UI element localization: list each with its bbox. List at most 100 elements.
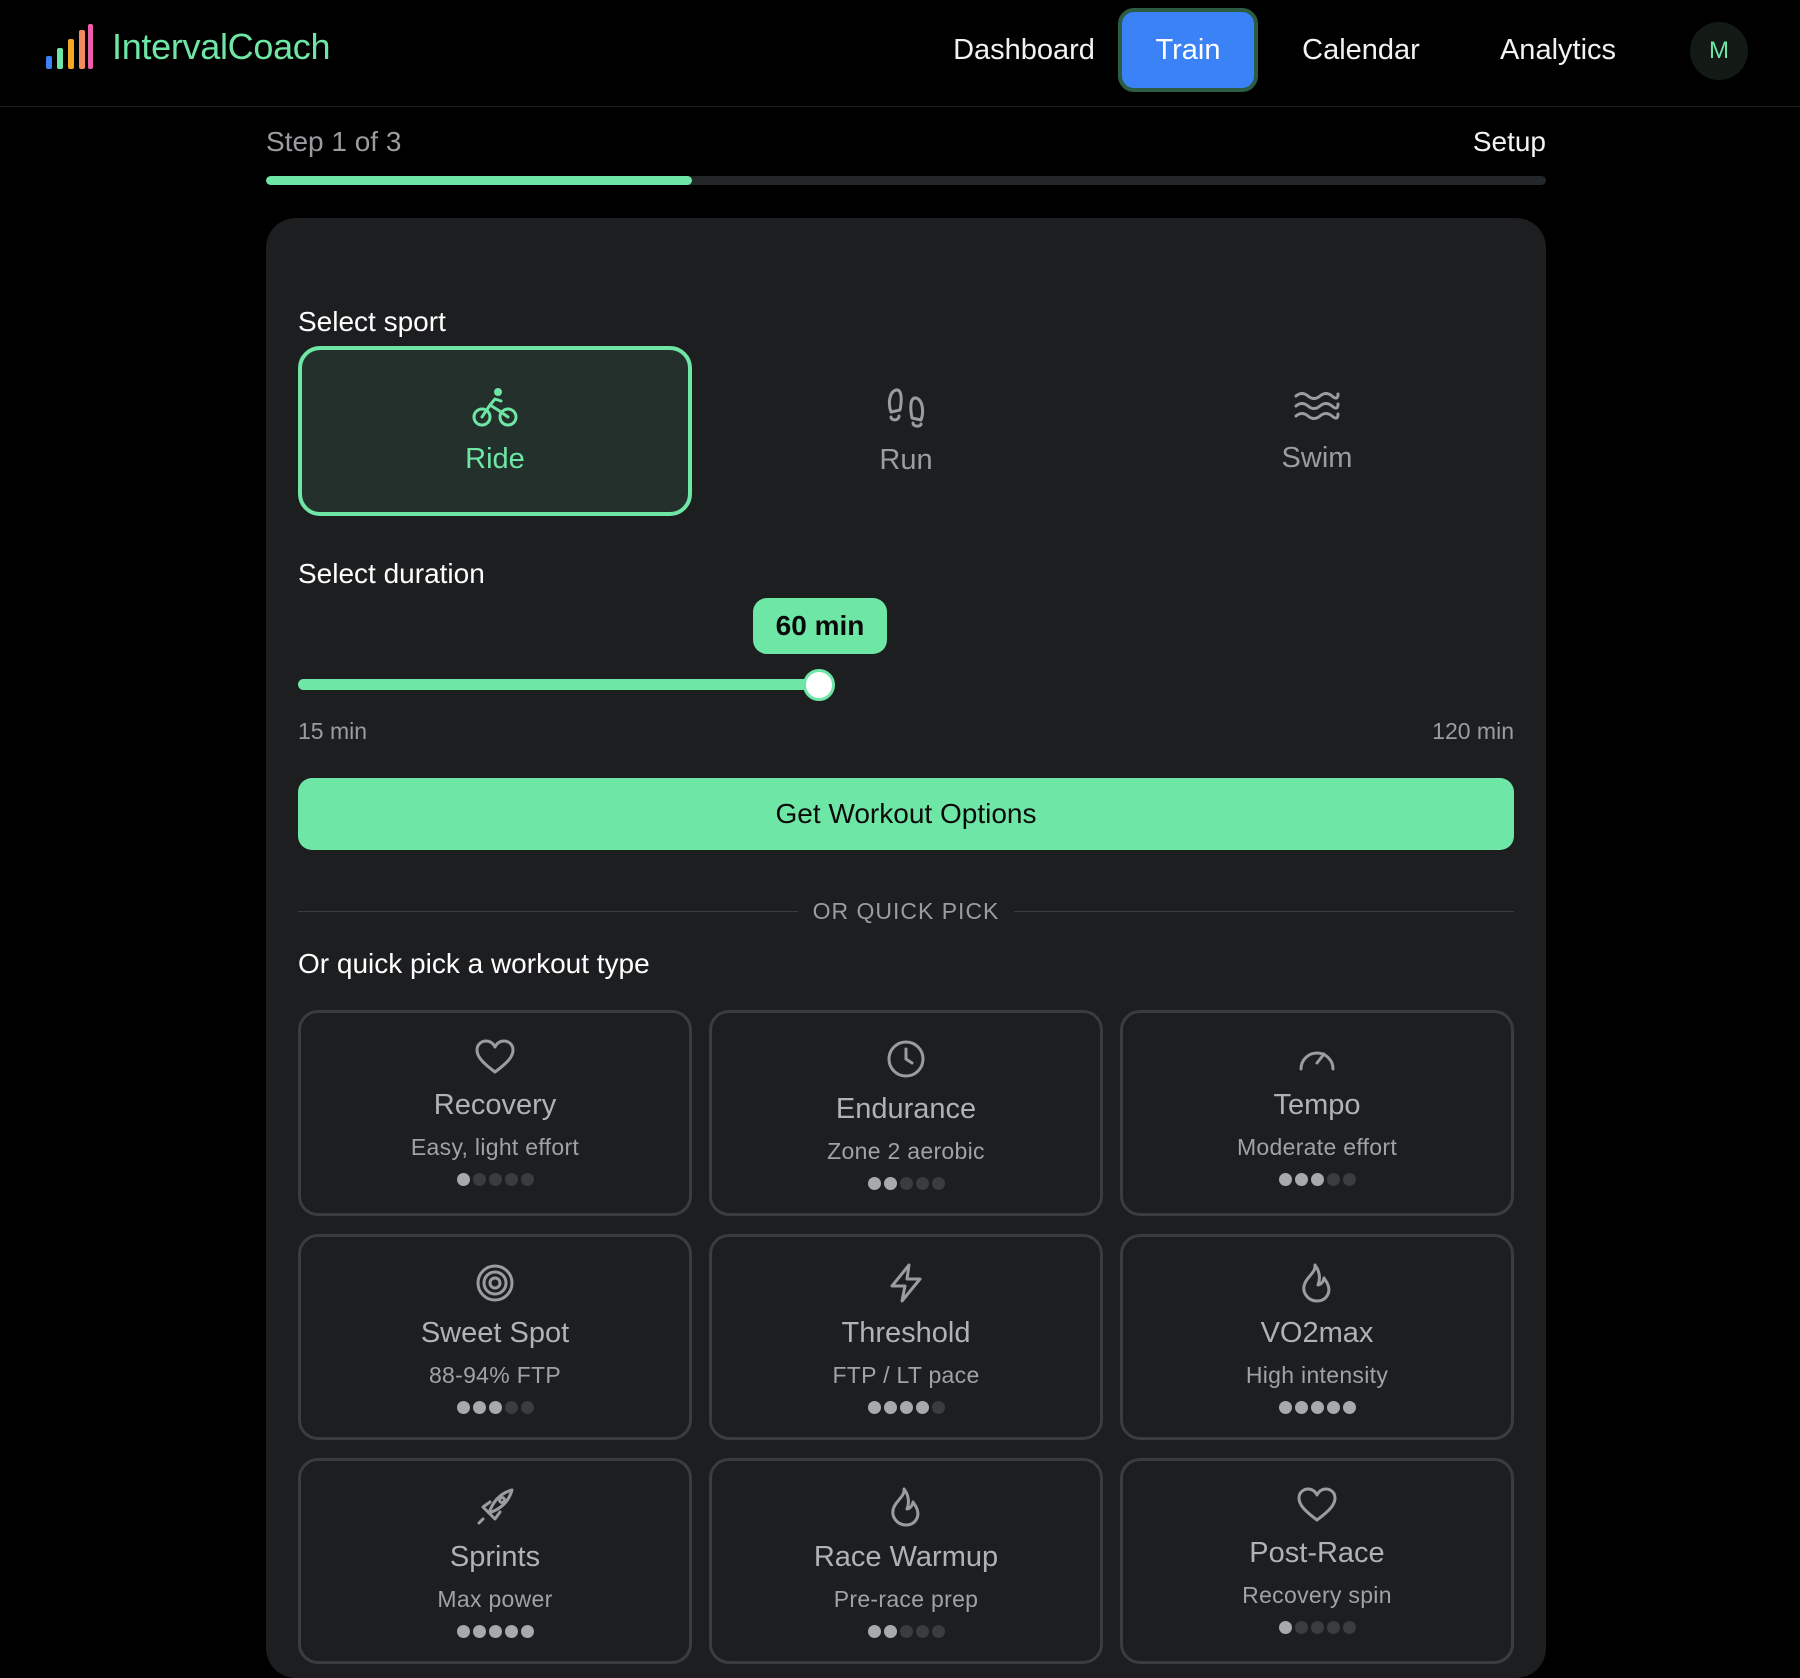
quick-pick-divider: OR QUICK PICK (298, 898, 1514, 926)
intensity-dot (915, 1401, 929, 1414)
intensity-dot (1294, 1173, 1308, 1186)
workout-card-sprints[interactable]: Sprints Max power (298, 1458, 692, 1664)
heart-icon (1297, 1487, 1337, 1523)
intensity-dot (1294, 1621, 1308, 1634)
duration-value-bubble: 60 min (753, 598, 887, 654)
top-navigation-bar: IntervalCoach Dashboard Train Calendar A… (0, 0, 1800, 107)
workout-name: Endurance (835, 1093, 977, 1125)
step-section-label: Setup (1472, 126, 1546, 157)
workout-card-race-warmup[interactable]: Race Warmup Pre-race prep (709, 1458, 1103, 1664)
get-workout-options-button[interactable]: Get Workout Options (298, 778, 1514, 850)
intensity-dot (931, 1177, 945, 1190)
intensity-dot (488, 1173, 502, 1186)
duration-min-label: 15 min (298, 718, 368, 744)
intensity-dot (883, 1177, 897, 1190)
intensity-dot (1278, 1173, 1292, 1186)
sport-label-swim: Swim (1281, 441, 1353, 474)
sport-label-run: Run (879, 443, 933, 476)
select-duration-title: Select duration (298, 558, 485, 589)
duration-slider-fill (298, 679, 819, 690)
workout-desc: Zone 2 aerobic (827, 1138, 985, 1164)
workout-name: Recovery (433, 1089, 557, 1121)
intensity-dot (520, 1625, 534, 1638)
intensity-dots (1278, 1173, 1356, 1186)
flame-icon (1300, 1263, 1334, 1303)
nav-dashboard[interactable]: Dashboard (930, 8, 1118, 92)
nav-analytics[interactable]: Analytics (1458, 8, 1658, 92)
intensity-dot (504, 1401, 518, 1414)
workout-name: Sweet Spot (420, 1317, 570, 1349)
workout-card-sweet-spot[interactable]: Sweet Spot 88-94% FTP (298, 1234, 692, 1440)
intensity-dot (456, 1625, 470, 1638)
workout-name: Threshold (841, 1317, 971, 1349)
intensity-dots (456, 1625, 534, 1638)
sport-option-ride[interactable]: Ride (298, 346, 692, 516)
sport-label-ride: Ride (465, 442, 525, 475)
workout-card-recovery[interactable]: Recovery Easy, light effort (298, 1010, 692, 1216)
intensity-dot (1310, 1621, 1324, 1634)
duration-slider-thumb[interactable] (803, 669, 835, 701)
intensity-dot (488, 1625, 502, 1638)
intensity-dot (488, 1401, 502, 1414)
duration-max-label: 120 min (1432, 718, 1514, 744)
bike-icon (471, 387, 519, 429)
intensity-dot (915, 1625, 929, 1638)
duration-slider[interactable] (298, 669, 1514, 701)
intensity-dot (931, 1625, 945, 1638)
workout-card-endurance[interactable]: Endurance Zone 2 aerobic (709, 1010, 1103, 1216)
flame-icon (889, 1487, 923, 1527)
intensity-dot (1294, 1401, 1308, 1414)
intensity-dot (883, 1625, 897, 1638)
intensity-dot (1278, 1401, 1292, 1414)
sport-option-swim[interactable]: Swim (1120, 346, 1514, 516)
intensity-dot (456, 1173, 470, 1186)
intensity-dots (456, 1401, 534, 1414)
sport-option-run[interactable]: Run (709, 346, 1103, 516)
intensity-dot (899, 1625, 913, 1638)
intensity-dot (504, 1625, 518, 1638)
intensity-dot (899, 1401, 913, 1414)
clock-icon (886, 1039, 926, 1079)
user-avatar[interactable]: M (1690, 22, 1748, 80)
target-icon (475, 1263, 515, 1303)
workout-desc: 88-94% FTP (428, 1362, 562, 1388)
intensity-dots (456, 1173, 534, 1186)
intensity-dot (899, 1177, 913, 1190)
workout-desc: FTP / LT pace (832, 1362, 980, 1388)
intensity-dots (867, 1177, 945, 1190)
intensity-dots (1278, 1401, 1356, 1414)
nav-calendar[interactable]: Calendar (1276, 8, 1446, 92)
rocket-icon (475, 1487, 515, 1527)
workout-card-tempo[interactable]: Tempo Moderate effort (1120, 1010, 1514, 1216)
brand[interactable]: IntervalCoach (44, 24, 331, 70)
intensity-dot (1326, 1173, 1340, 1186)
intensity-dots (867, 1401, 945, 1414)
intensity-dot (1342, 1621, 1356, 1634)
heart-icon (475, 1039, 515, 1075)
workout-setup-card: Select sport Ride Run Swim Select durati… (266, 218, 1546, 1678)
workout-name: Post-Race (1249, 1537, 1385, 1569)
wizard-progress-bar (266, 176, 1546, 185)
gauge-icon (1297, 1039, 1337, 1075)
step-indicator: Step 1 of 3 (266, 126, 402, 157)
intensity-dot (520, 1173, 534, 1186)
intensity-dot (883, 1401, 897, 1414)
intensity-dot (520, 1401, 534, 1414)
workout-name: Sprints (449, 1541, 541, 1573)
workout-desc: Max power (437, 1586, 553, 1612)
divider-line-right (1014, 911, 1514, 912)
nav-train[interactable]: Train (1118, 8, 1258, 92)
quick-pick-title: Or quick pick a workout type (298, 948, 650, 979)
workout-desc: Recovery spin (1242, 1582, 1392, 1608)
intensity-dot (867, 1177, 881, 1190)
workout-card-threshold[interactable]: Threshold FTP / LT pace (709, 1234, 1103, 1440)
workout-card-post-race[interactable]: Post-Race Recovery spin (1120, 1458, 1514, 1664)
footprints-icon (883, 386, 929, 430)
intensity-dot (472, 1625, 486, 1638)
intensity-dot (915, 1177, 929, 1190)
workout-desc: Moderate effort (1236, 1134, 1398, 1160)
intensity-dot (931, 1401, 945, 1414)
intensity-dots (867, 1625, 945, 1638)
app-name: IntervalCoach (112, 26, 331, 67)
workout-card-vo2max[interactable]: VO2max High intensity (1120, 1234, 1514, 1440)
